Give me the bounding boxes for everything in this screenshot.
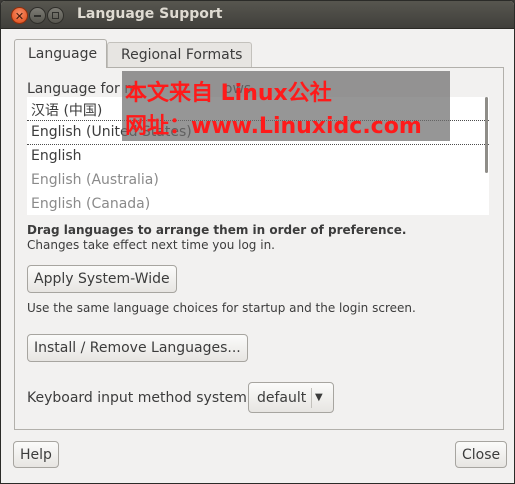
- list-item[interactable]: English (Canada): [27, 193, 489, 215]
- keyboard-input-value: default: [257, 390, 307, 406]
- watermark-line-2: 网址：www.Linuxidc.com: [125, 114, 422, 139]
- window-minimize-button[interactable]: [29, 7, 46, 24]
- window-title: Language Support: [77, 6, 223, 22]
- list-item[interactable]: English: [27, 145, 489, 169]
- maximize-icon: [52, 12, 59, 19]
- keyboard-input-label: Keyboard input method system:: [27, 390, 252, 406]
- help-button[interactable]: Help: [13, 441, 59, 468]
- keyboard-input-combo[interactable]: default ▼: [248, 382, 334, 413]
- language-support-window: ✕ Language Support Language Regional For…: [0, 0, 515, 484]
- tab-regional-formats[interactable]: Regional Formats: [107, 42, 252, 68]
- list-scrollbar[interactable]: [485, 97, 488, 173]
- title-bar[interactable]: ✕ Language Support: [1, 1, 514, 29]
- watermark-line-1: 本文来自 Linux公社: [125, 81, 332, 106]
- close-button[interactable]: Close: [455, 441, 508, 468]
- tab-language[interactable]: Language: [14, 39, 107, 68]
- window-maximize-button[interactable]: [47, 7, 64, 24]
- list-item[interactable]: English (Australia): [27, 169, 489, 193]
- window-close-button[interactable]: ✕: [11, 7, 28, 24]
- close-icon: ✕: [14, 10, 25, 23]
- install-remove-languages-button[interactable]: Install / Remove Languages...: [27, 334, 248, 362]
- minimize-icon: [34, 15, 41, 17]
- apply-system-wide-button[interactable]: Apply System-Wide: [27, 265, 177, 293]
- drag-hint: Drag languages to arrange them in order …: [27, 223, 407, 237]
- changes-hint: Changes take effect next time you log in…: [27, 238, 275, 252]
- combo-separator: [311, 388, 312, 408]
- dropdown-arrow-icon: ▼: [315, 392, 323, 403]
- apply-note: Use the same language choices for startu…: [27, 301, 416, 315]
